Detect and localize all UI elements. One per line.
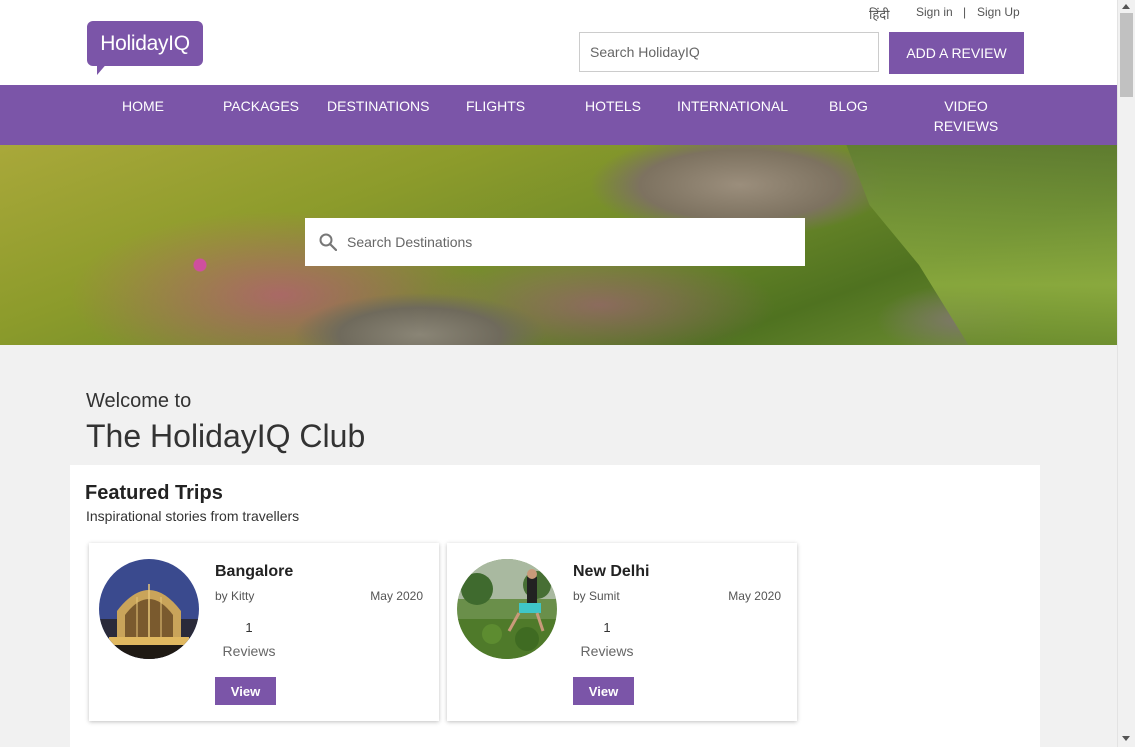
- page-title: The HolidayIQ Club: [86, 418, 366, 454]
- scroll-down-arrow-icon[interactable]: [1122, 736, 1130, 741]
- featured-trips-title: Featured Trips: [85, 482, 223, 504]
- scroll-up-arrow-icon[interactable]: [1122, 4, 1130, 9]
- header: HolidayIQ हिंदी Sign in | Sign Up ADD A …: [0, 0, 1117, 85]
- page: HolidayIQ हिंदी Sign in | Sign Up ADD A …: [0, 0, 1117, 747]
- trip-reviews-label: Reviews: [222, 643, 276, 659]
- nav-item-packages[interactable]: PACKAGES: [223, 96, 299, 116]
- nav-item-destinations[interactable]: DESTINATIONS: [327, 96, 429, 116]
- destination-search-placeholder[interactable]: Search Destinations: [347, 218, 472, 266]
- trip-author: by Kitty: [215, 589, 255, 603]
- view-trip-button[interactable]: View: [573, 677, 634, 705]
- sign-up-link[interactable]: Sign Up: [977, 5, 1020, 19]
- trip-name: New Delhi: [573, 563, 650, 580]
- scrollbar-thumb[interactable]: [1120, 13, 1133, 97]
- destination-search-box[interactable]: Search Destinations: [305, 218, 805, 266]
- trip-name: Bangalore: [215, 563, 294, 580]
- nav-item-international[interactable]: INTERNATIONAL: [677, 96, 788, 116]
- site-search-input[interactable]: [579, 32, 879, 72]
- nav-item-flights[interactable]: FLIGHTS: [466, 96, 525, 116]
- logo-text: HolidayIQ: [100, 32, 190, 55]
- nav-item-blog[interactable]: BLOG: [829, 96, 868, 116]
- trip-date: May 2020: [728, 589, 781, 603]
- vertical-scrollbar[interactable]: [1117, 0, 1135, 747]
- hindi-language-link[interactable]: हिंदी: [869, 5, 890, 23]
- featured-trips-subtitle: Inspirational stories from travellers: [86, 508, 300, 524]
- nav-item-home[interactable]: HOME: [122, 96, 164, 116]
- search-icon: [319, 233, 337, 251]
- trip-review-count: 1: [603, 620, 611, 635]
- logo[interactable]: HolidayIQ: [87, 21, 203, 77]
- trip-date: May 2020: [370, 589, 423, 603]
- welcome-text: Welcome to: [86, 390, 192, 412]
- nav-item-video-reviews[interactable]: VIDEO REVIEWS: [930, 96, 1002, 136]
- trip-photo-new-delhi: [457, 559, 557, 659]
- trip-reviews-label: Reviews: [580, 643, 634, 659]
- trip-card-new-delhi[interactable]: New Delhi by Sumit May 2020 1 Reviews Vi…: [447, 543, 797, 721]
- hero-banner: Search Destinations: [0, 145, 1117, 345]
- featured-trips-section: Featured Trips Inspirational stories fro…: [70, 465, 1040, 747]
- view-trip-button[interactable]: View: [215, 677, 276, 705]
- trip-review-count: 1: [245, 620, 253, 635]
- trip-photo-bangalore: [99, 559, 199, 659]
- trip-card-bangalore[interactable]: Bangalore by Kitty May 2020 1 Reviews Vi…: [89, 543, 439, 721]
- hero-valley-image: [846, 145, 1117, 345]
- main-nav: HOME PACKAGES DESTINATIONS FLIGHTS HOTEL…: [0, 85, 1117, 145]
- account-links: हिंदी Sign in | Sign Up: [860, 5, 1035, 23]
- link-separator: |: [963, 5, 967, 19]
- nav-item-hotels[interactable]: HOTELS: [585, 96, 641, 116]
- sign-in-link[interactable]: Sign in: [916, 5, 953, 19]
- add-review-button[interactable]: ADD A REVIEW: [889, 32, 1024, 74]
- trip-author: by Sumit: [573, 589, 620, 603]
